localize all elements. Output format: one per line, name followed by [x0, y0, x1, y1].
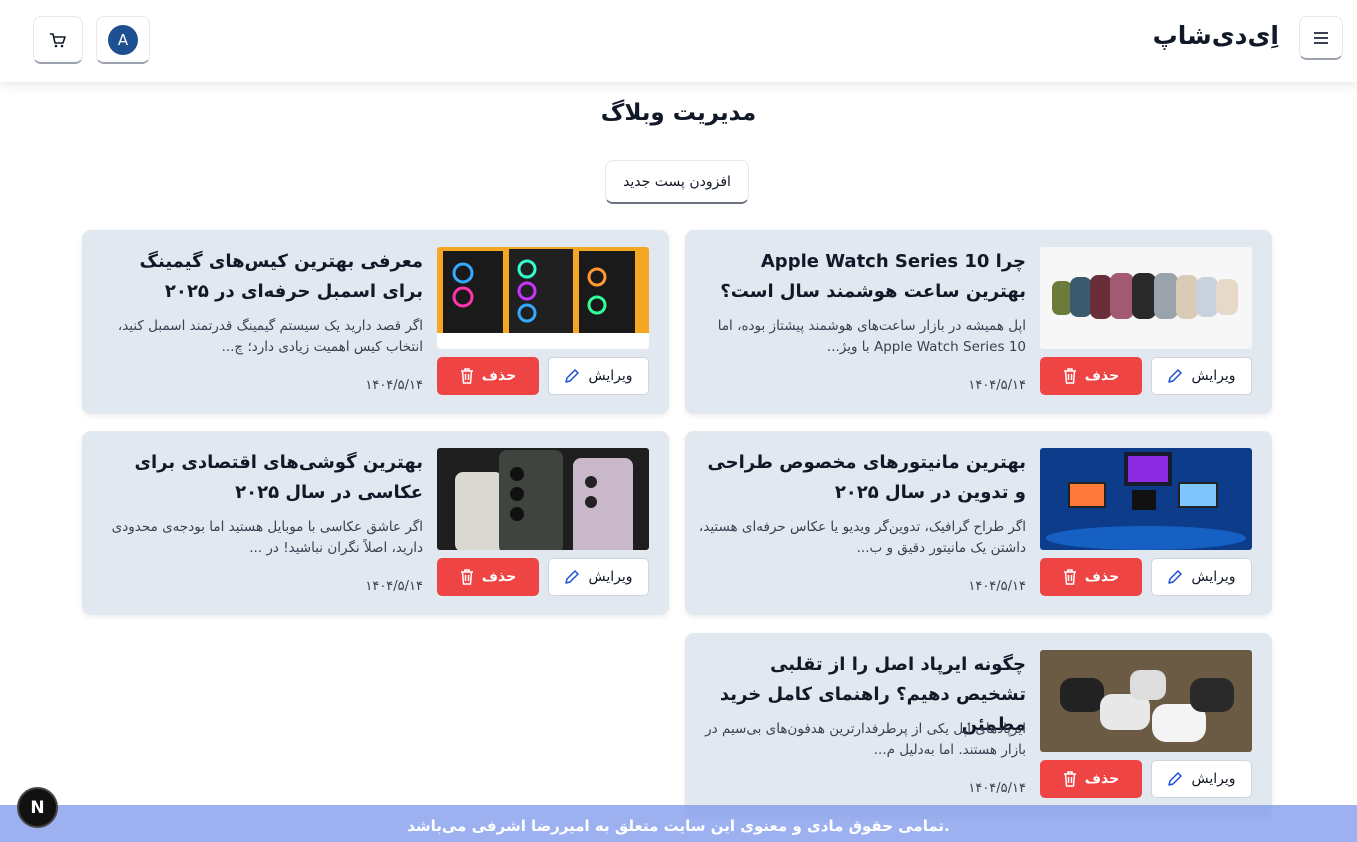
menu-button[interactable]: [1299, 16, 1343, 60]
hamburger-icon: [1314, 31, 1328, 44]
post-excerpt: اگر قصد دارید یک سیستم گیمینگ قدرتمند اس…: [117, 318, 423, 355]
post-card: بهترین مانیتورهای مخصوص طراحی و تدوین در…: [685, 431, 1272, 615]
edit-button[interactable]: ویرایش: [548, 357, 649, 395]
post-thumbnail: [1040, 247, 1252, 349]
post-thumbnail: [1040, 650, 1252, 752]
edit-button-label: ویرایش: [588, 569, 633, 585]
pencil-icon: [1168, 570, 1183, 584]
delete-button[interactable]: حذف: [1040, 357, 1142, 395]
post-excerpt: اپل همیشه در بازار ساعت‌های هوشمند پیشتا…: [717, 318, 1026, 355]
add-post-button[interactable]: افزودن پست جدید: [605, 160, 749, 204]
pencil-icon: [1168, 369, 1183, 383]
pencil-icon: [1168, 772, 1183, 786]
post-date: ۱۴۰۴/۵/۱۴: [365, 579, 423, 594]
edit-button[interactable]: ویرایش: [548, 558, 649, 596]
edit-button[interactable]: ویرایش: [1151, 357, 1252, 395]
delete-button[interactable]: حذف: [437, 558, 539, 596]
post-date: ۱۴۰۴/۵/۱۴: [968, 781, 1026, 796]
post-thumbnail: [437, 448, 649, 550]
pencil-icon: [565, 369, 580, 383]
delete-button-label: حذف: [481, 368, 517, 384]
post-date: ۱۴۰۴/۵/۱۴: [968, 579, 1026, 594]
cart-icon: [50, 32, 66, 47]
delete-button-label: حذف: [1084, 368, 1120, 384]
trash-icon: [1063, 771, 1076, 787]
edit-button-label: ویرایش: [1191, 368, 1236, 384]
delete-button[interactable]: حذف: [1040, 760, 1142, 798]
post-title[interactable]: معرفی بهترین کیس‌های گیمینگ برای اسمبل ح…: [93, 247, 423, 307]
post-card: بهترین گوشی‌های اقتصادی برای عکاسی در سا…: [82, 431, 669, 615]
top-header: اِی‌دی‌شاپ A: [0, 0, 1357, 82]
cart-button[interactable]: [33, 16, 83, 64]
post-date: ۱۴۰۴/۵/۱۴: [365, 378, 423, 393]
footer-copyright: .تمامی حقوق مادی و معنوی این سایت متعلق …: [0, 805, 1357, 842]
delete-button-label: حذف: [1084, 771, 1120, 787]
site-logo[interactable]: اِی‌دی‌شاپ: [1153, 21, 1279, 50]
post-excerpt: ایرپادهای اپل یکی از پرطرفدارترین هدفون‌…: [705, 721, 1026, 758]
post-title[interactable]: چرا Apple Watch Series 10 بهترین ساعت هو…: [696, 247, 1026, 307]
delete-button-label: حذف: [481, 569, 517, 585]
post-title[interactable]: بهترین گوشی‌های اقتصادی برای عکاسی در سا…: [93, 448, 423, 508]
post-title[interactable]: بهترین مانیتورهای مخصوص طراحی و تدوین در…: [696, 448, 1026, 508]
trash-icon: [1063, 368, 1076, 384]
edit-button-label: ویرایش: [588, 368, 633, 384]
delete-button[interactable]: حذف: [437, 357, 539, 395]
user-menu-button[interactable]: A: [96, 16, 150, 64]
trash-icon: [460, 569, 473, 585]
post-thumbnail: [1040, 448, 1252, 550]
edit-button[interactable]: ویرایش: [1151, 760, 1252, 798]
avatar: A: [108, 24, 138, 55]
edit-button-label: ویرایش: [1191, 771, 1236, 787]
trash-icon: [1063, 569, 1076, 585]
post-thumbnail: [437, 247, 649, 349]
pencil-icon: [565, 570, 580, 584]
dev-tools-badge[interactable]: N: [17, 787, 58, 828]
post-card: معرفی بهترین کیس‌های گیمینگ برای اسمبل ح…: [82, 230, 669, 414]
trash-icon: [460, 368, 473, 384]
post-excerpt: اگر عاشق عکاسی با موبایل هستید اما بودجه…: [111, 519, 423, 556]
post-card: چگونه ایرپاد اصل را از تقلبی تشخیص دهیم؟…: [685, 633, 1272, 817]
edit-button[interactable]: ویرایش: [1151, 558, 1252, 596]
post-excerpt: اگر طراح گرافیک، تدوین‌گر ویدیو یا عکاس …: [698, 519, 1026, 556]
edit-button-label: ویرایش: [1191, 569, 1236, 585]
post-card: چرا Apple Watch Series 10 بهترین ساعت هو…: [685, 230, 1272, 414]
page-title: مدیریت وبلاگ: [600, 100, 757, 126]
delete-button-label: حذف: [1084, 569, 1120, 585]
post-date: ۱۴۰۴/۵/۱۴: [968, 378, 1026, 393]
delete-button[interactable]: حذف: [1040, 558, 1142, 596]
